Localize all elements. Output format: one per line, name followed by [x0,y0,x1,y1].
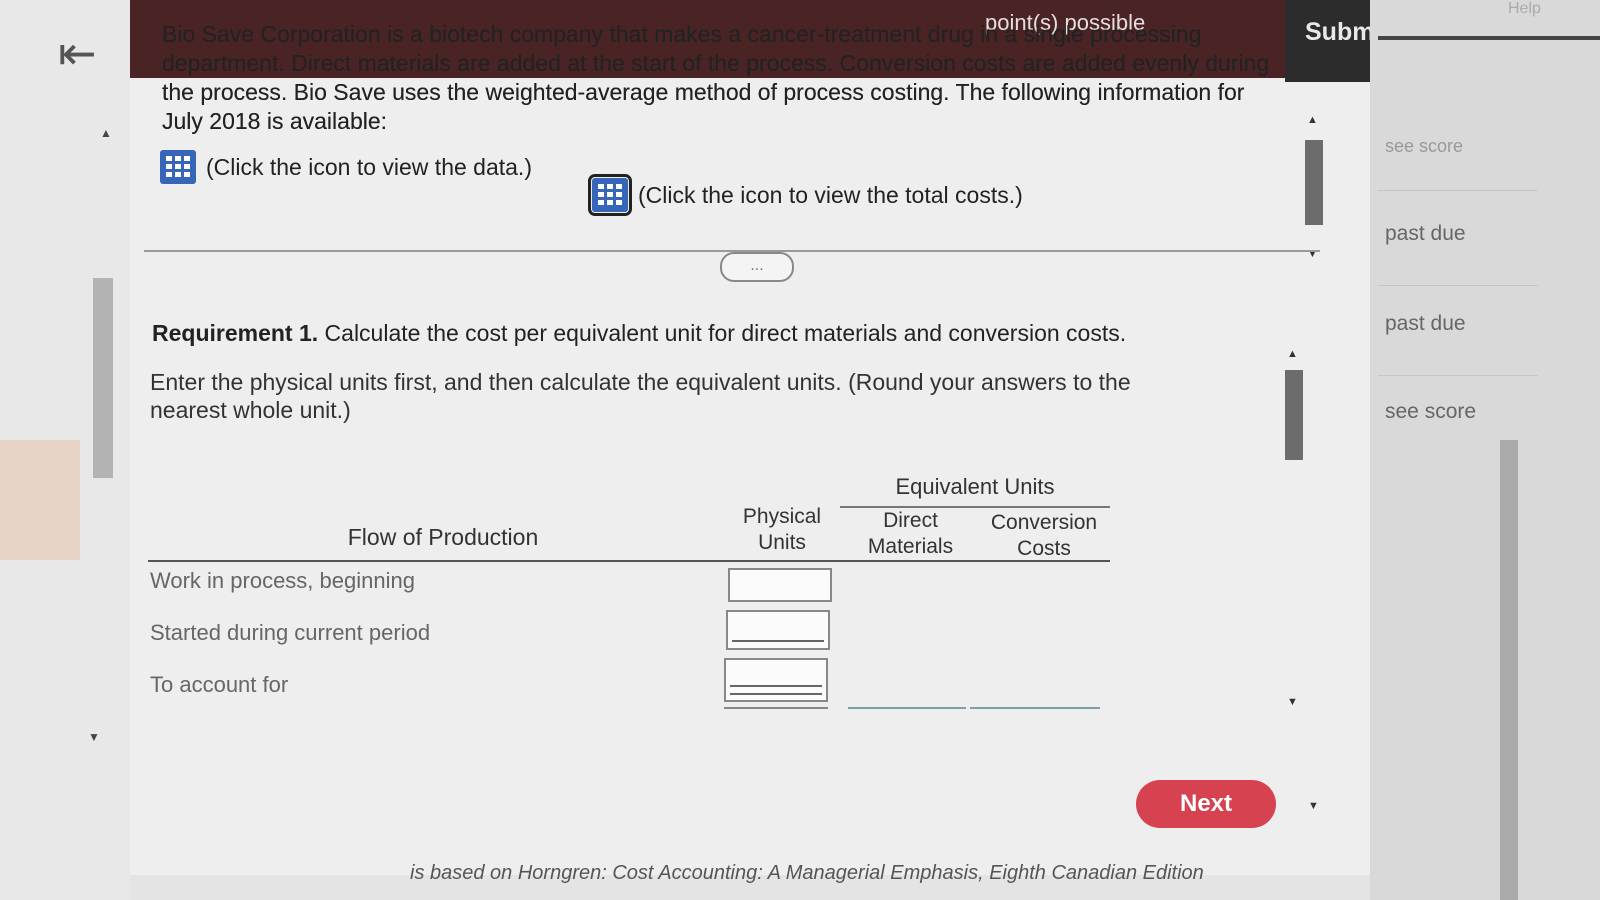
requirement-heading: Requirement 1. Calculate the cost per eq… [152,320,1126,347]
physical-units-to-account-for-input[interactable] [724,658,828,702]
physical-units-wip-beginning-input[interactable] [728,568,832,602]
status-see-score-1[interactable]: see score [1385,136,1463,157]
sidebar-top-rule [1378,36,1600,40]
pane-resize-handle[interactable]: ... [720,252,794,282]
conversion-costs-header-line2: Costs [1017,537,1071,560]
left-scrollbar-thumb[interactable] [93,278,113,478]
requirement-label: Requirement 1. [152,320,319,346]
question-panel: Bio Save Corporation is a biotech compan… [130,0,1370,875]
physical-units-header-line2: Units [758,531,806,554]
status-past-due-1: past due [1385,222,1466,245]
data-link-text[interactable]: (Click the icon to view the data.) [206,154,532,181]
back-arrow-icon[interactable]: ⇤ [58,30,97,76]
upper-scrollbar-thumb[interactable] [1305,140,1323,225]
requirement-text: Calculate the cost per equivalent unit f… [324,320,1127,346]
equivalent-units-table: Equivalent Units Physical Units Direct M… [148,468,1110,728]
lower-scroll-down-icon[interactable]: ▼ [1287,696,1298,708]
physical-units-header-line1: Physical [742,505,822,528]
header-rule [148,560,1110,562]
status-see-score-2[interactable]: see score [1385,400,1476,424]
left-rail: ⇤ ▲ ▼ [0,0,130,900]
sidebar-divider [1378,190,1538,191]
sidebar-divider [1378,375,1538,376]
status-past-due-2: past due [1385,312,1466,335]
problem-statement: Bio Save Corporation is a biotech compan… [162,21,1270,134]
panel-scroll-down-icon[interactable]: ▼ [1308,800,1319,812]
direct-materials-header: Direct Materials [848,508,973,560]
total-costs-link-text[interactable]: (Click the icon to view the total costs.… [638,182,1023,209]
upper-scrollbar[interactable]: ▲ ▼ [1302,110,1326,270]
direct-materials-header-line2: Materials [867,535,954,558]
row-label-to-account-for: To account for [150,672,289,697]
total-costs-link[interactable]: (Click the icon to view the total costs.… [588,174,1023,216]
help-link[interactable]: Help [1508,0,1541,18]
row-label-wip-beginning: Work in process, beginning [150,568,415,593]
requirement-instruction: Enter the physical units first, and then… [150,369,1131,423]
equivalent-units-header: Equivalent Units [895,474,1055,499]
right-sidebar [1370,0,1600,900]
total-costs-table-icon[interactable] [588,174,632,216]
left-rail-highlight [0,440,80,560]
sidebar-divider [1378,285,1538,286]
conversion-costs-header: Conversion Costs [978,510,1110,562]
direct-materials-blank-row[interactable] [848,704,966,709]
lower-scroll-up-icon[interactable]: ▲ [1287,348,1298,360]
physical-units-started-input[interactable] [726,610,830,650]
flow-of-production-header: Flow of Production [347,524,539,550]
left-scroll-down-icon[interactable]: ▼ [88,730,100,744]
left-scroll-up-icon[interactable]: ▲ [100,126,112,140]
physical-units-header: Physical Units [730,504,834,556]
data-link[interactable]: (Click the icon to view the data.) [160,150,532,184]
direct-materials-header-line1: Direct [883,509,938,532]
next-button[interactable]: Next [1136,780,1276,828]
right-scrollbar[interactable] [1500,440,1518,900]
lower-scrollbar[interactable]: ▲ ▼ [1282,340,1306,720]
row-label-started: Started during current period [150,620,431,645]
upper-scroll-up-icon[interactable]: ▲ [1307,114,1318,126]
conversion-costs-blank-row[interactable] [970,704,1100,709]
conversion-costs-header-line1: Conversion [990,511,1098,534]
footer-attribution: is based on Horngren: Cost Accounting: A… [410,862,1204,884]
data-table-icon[interactable] [160,150,196,184]
lower-scrollbar-thumb[interactable] [1285,370,1303,460]
physical-units-blank-row[interactable] [724,704,828,709]
